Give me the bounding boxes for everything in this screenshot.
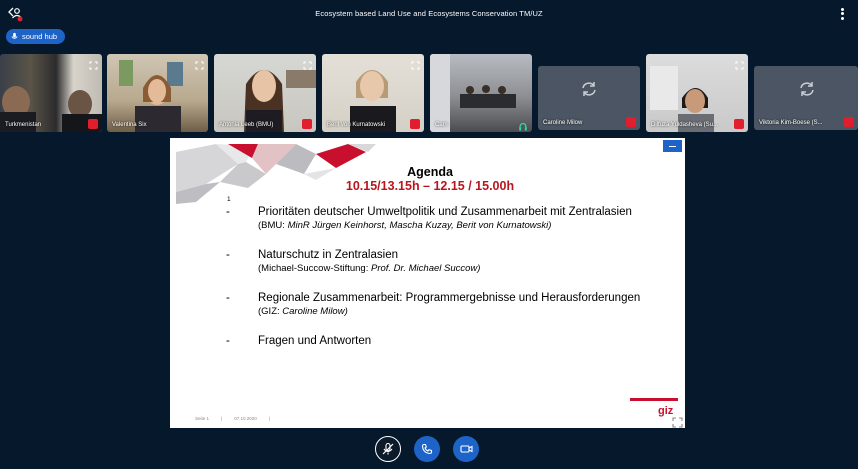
sync-icon xyxy=(580,80,598,98)
participant-name: Antonia Leeb (BMU) xyxy=(219,122,274,128)
participant-name: Caroline Milow xyxy=(543,120,583,126)
participant-tile[interactable]: Cam xyxy=(430,54,532,132)
sound-hub-badge[interactable]: sound hub xyxy=(6,29,66,44)
participant-tile[interactable]: Dilfuza Yuldasheva (Su... xyxy=(646,54,748,132)
participant-tile[interactable]: Valentina Six xyxy=(107,54,208,132)
expand-icon[interactable] xyxy=(195,57,204,70)
mute-button[interactable] xyxy=(375,436,401,462)
expand-icon[interactable] xyxy=(411,57,420,70)
participant-tile[interactable]: Berit von Kurnatowski xyxy=(322,54,424,132)
participant-name: Turkmenistan xyxy=(5,122,42,128)
top-bar: Ecosystem based Land Use and Ecosystems … xyxy=(0,0,858,28)
participant-tile[interactable]: Turkmenistan xyxy=(0,54,102,132)
agenda-item-speakers: (Michael-Succow-Stiftung: Prof. Dr. Mich… xyxy=(258,263,481,274)
agenda-item-speakers: (GIZ: Caroline Milow) xyxy=(258,306,348,317)
microphone-icon xyxy=(11,32,18,39)
agenda-item: - Fragen und Antworten xyxy=(226,335,656,348)
participant-name: Berit von Kurnatowski xyxy=(327,122,386,128)
window-title: Ecosystem based Land Use and Ecosystems … xyxy=(315,9,543,18)
sync-icon xyxy=(798,80,816,98)
muted-microphone-icon xyxy=(844,117,854,127)
agenda-item-title: Fragen und Antworten xyxy=(258,335,372,347)
expand-icon[interactable] xyxy=(672,415,683,428)
participant-name: Valentina Six xyxy=(112,122,147,128)
phone-icon xyxy=(421,443,433,455)
camera-icon xyxy=(459,445,473,453)
expand-icon[interactable] xyxy=(303,57,312,70)
slide-title: Agenda xyxy=(407,165,453,179)
badge-label: sound hub xyxy=(22,32,58,41)
participant-tile[interactable]: Caroline Milow xyxy=(538,66,640,130)
expand-icon[interactable] xyxy=(735,57,744,70)
participant-name: Viktoria Kim-Boese (S... xyxy=(759,120,823,126)
giz-logo-line xyxy=(630,398,678,401)
agenda-item: - Regionale Zusammenarbeit: Programmerge… xyxy=(226,292,656,318)
slide-footer: Seite 1 | 07.10.2020 | xyxy=(195,416,270,421)
muted-microphone-icon xyxy=(88,119,98,129)
participant-tile[interactable]: Viktoria Kim-Boese (S... xyxy=(754,66,858,130)
participant-name: Cam xyxy=(435,122,448,128)
agenda-list: - Prioritäten deutscher Umweltpolitik un… xyxy=(226,206,656,365)
agenda-item: - Naturschutz in Zentralasien (Michael-S… xyxy=(226,249,656,275)
menu-icon[interactable] xyxy=(838,6,846,22)
participant-tile[interactable]: Antonia Leeb (BMU) xyxy=(214,54,316,132)
muted-microphone-icon xyxy=(626,117,636,127)
agenda-item-speakers: (BMU: MinR Jürgen Keinhorst, Mascha Kuza… xyxy=(258,220,552,231)
participant-strip: Turkmenistan Valentina Six Antonia Leeb … xyxy=(0,54,858,132)
participant-name: Dilfuza Yuldasheva (Su... xyxy=(651,122,718,128)
agenda-item-title: Regionale Zusammenarbeit: Programmergebn… xyxy=(258,292,641,304)
minimize-button[interactable] xyxy=(663,140,682,152)
muted-microphone-icon xyxy=(302,119,312,129)
giz-logo: giz xyxy=(658,405,674,417)
expand-icon[interactable] xyxy=(89,57,98,70)
headset-icon xyxy=(518,119,528,131)
muted-microphone-icon xyxy=(734,119,744,129)
slide-number: 1 xyxy=(227,196,231,203)
camera-button[interactable] xyxy=(453,436,479,462)
call-controls xyxy=(0,436,858,462)
muted-microphone-icon xyxy=(410,119,420,129)
mute-icon xyxy=(382,442,394,455)
phone-button[interactable] xyxy=(414,436,440,462)
agenda-item-title: Prioritäten deutscher Umweltpolitik und … xyxy=(258,206,632,218)
agenda-item: - Prioritäten deutscher Umweltpolitik un… xyxy=(226,206,656,232)
slide-time: 10.15/13.15h – 12.15 / 15.00h xyxy=(345,179,515,193)
agenda-item-title: Naturschutz in Zentralasien xyxy=(258,249,398,261)
presentation-slide: Agenda 10.15/13.15h – 12.15 / 15.00h 1 -… xyxy=(170,138,685,428)
